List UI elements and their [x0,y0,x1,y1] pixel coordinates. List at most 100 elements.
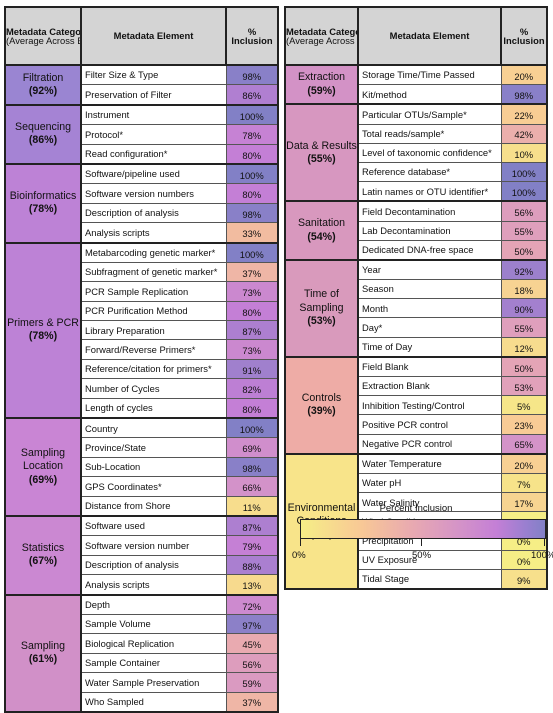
inclusion-pct: 82% [225,378,279,399]
metadata-element: Lab Decontamination [357,220,502,241]
legend-tick [300,538,301,546]
category-cell: Data & Results (55%) [284,103,359,203]
category-average: (55%) [307,152,336,165]
metadata-element: Level of taxonomic confidence* [357,142,502,163]
metadata-element: Country [80,417,227,439]
metadata-element: Water pH [357,472,502,494]
inclusion-pct: 100% [225,242,279,263]
legend-tick-label: 50% [412,550,432,561]
header-element: Metadata Element [80,6,227,66]
inclusion-pct: 73% [225,281,279,302]
inclusion-pct: 13% [225,574,279,596]
metadata-element: Reference/citation for primers* [80,358,227,380]
inclusion-pct: 98% [225,64,279,86]
category-cell: Sequencing (86%) [4,103,82,165]
inclusion-pct: 56% [225,652,279,674]
inclusion-pct: 88% [225,554,279,576]
category-average: (92%) [28,84,58,97]
inclusion-pct: 87% [225,515,279,537]
metadata-element: Particular OTUs/Sample* [357,103,502,125]
table-row: Extraction (59%) Storage Time/Time Passed 2… [284,63,548,106]
category-cell: Controls (39%) [284,355,359,455]
metadata-element: Depth [80,594,227,615]
metadata-element: Season [357,279,502,300]
metadata-element: PCR Sample Replication [80,281,227,302]
table-row: Bioinformatics (78%) Software/pipeline use… [4,162,279,244]
metadata-element: Field Blank [357,356,502,377]
inclusion-pct: 18% [500,279,548,300]
metadata-element: Field Decontamination [357,200,502,222]
header-pct: % Inclusion [225,6,279,66]
metadata-element: Library Preparation [80,320,227,341]
category-average: (69%) [28,473,58,486]
metadata-element: Who Sampled [80,691,227,713]
inclusion-pct: 86% [225,84,279,106]
metadata-element: Description of analysis [80,554,227,576]
inclusion-pct: 80% [225,143,279,165]
inclusion-pct: 5% [500,395,548,416]
category-average: (53%) [307,314,336,327]
inclusion-pct: 7% [500,472,548,494]
legend-tick-label: 100% [531,550,553,561]
inclusion-pct: 69% [225,437,279,458]
category-average: (39%) [307,405,336,418]
metadata-element: Analysis scripts [80,574,227,596]
metadata-element: Positive PCR control [357,414,502,435]
inclusion-pct: 92% [500,259,548,281]
metadata-element: Read configuration* [80,143,227,165]
inclusion-pct: 20% [500,453,548,474]
inclusion-pct: 37% [225,691,279,713]
metadata-element: Tidal Stage [357,568,502,591]
metadata-element: Extraction Blank [357,375,502,397]
metadata-element: Software/pipeline used [80,163,227,185]
metadata-element: Software used [80,515,227,537]
inclusion-pct: 78% [225,124,279,145]
metadata-element: GPS Coordinates* [80,476,227,497]
metadata-element: Sub-Location [80,456,227,478]
table-row: Primers & PCR (78%) Metabarcoding genetic … [4,241,279,420]
inclusion-pct: 100% [225,417,279,439]
metadata-element: Reference database* [357,161,502,183]
table-row: Statistics (67%) Software used 87% [4,514,279,596]
inclusion-pct: 65% [500,433,548,455]
metadata-element: Province/State [80,437,227,458]
metadata-element: Subfragment of genetic marker* [80,261,227,283]
inclusion-pct: 80% [225,397,279,420]
category-cell: Primers & PCR (78%) [4,241,82,420]
inclusion-pct: 72% [225,594,279,615]
header-pct: % Inclusion [500,6,548,66]
inclusion-pct: 9% [500,568,548,591]
metadata-element: Latin names or OTU identifier* [357,181,502,203]
category-name: Filtration [22,71,64,84]
legend-gradient-bar [300,519,546,539]
category-cell: Sampling (61%) [4,593,82,713]
category-name: Primers & PCR [7,317,79,330]
inclusion-pct: 73% [225,339,279,360]
table-row: Environmental Conditions(8%)Water Temper… [284,452,548,591]
metadata-element: Forward/Reverse Primers* [80,339,227,360]
inclusion-pct: 80% [225,300,279,322]
inclusion-pct: 90% [500,298,548,319]
inclusion-pct: 98% [500,84,548,106]
inclusion-pct: 22% [500,103,548,125]
inclusion-pct: 45% [225,633,279,654]
category-average: (78%) [28,203,58,216]
header-row: Metadata Category(Average Across Element… [4,6,279,66]
inclusion-pct: 80% [225,183,279,204]
metadata-element: Sample Container [80,652,227,674]
category-name: Controls [301,392,342,405]
table-row: Time of Sampling (53%) Year 92% [284,258,548,358]
inclusion-pct: 55% [500,220,548,241]
category-name: Sanitation [297,217,346,230]
inclusion-pct: 10% [500,142,548,163]
inclusion-pct: 11% [225,495,279,517]
inclusion-pct: 87% [225,320,279,341]
metadata-element: Day* [357,317,502,338]
metadata-element: Instrument [80,104,227,126]
metadata-element: Negative PCR control [357,433,502,455]
category-average: (78%) [28,330,58,343]
header-row: Metadata Category(Average Across Element… [284,6,548,66]
inclusion-pct: 23% [500,414,548,435]
category-average: (54%) [307,230,336,243]
category-cell: Bioinformatics (78%) [4,162,82,244]
